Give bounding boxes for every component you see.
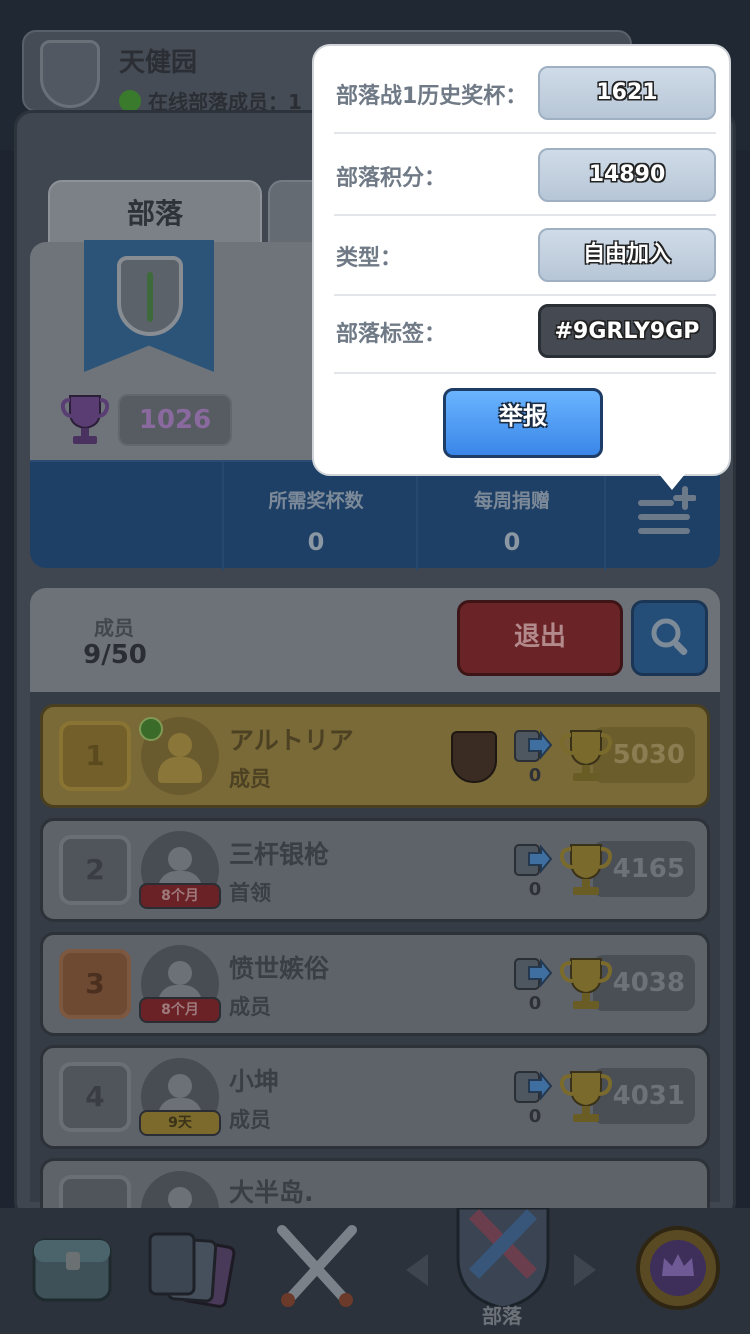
nav-shop[interactable] xyxy=(20,1218,130,1318)
clan-stats-bar: 所需奖杯数 0 每周捐赠 0 xyxy=(30,460,720,570)
popup-row-type: 类型： 自由加入 xyxy=(334,218,716,296)
clan-tag-value[interactable]: #9GRLY9GP xyxy=(538,304,716,358)
chevron-right-icon xyxy=(574,1254,596,1286)
tenure-badge: 9天 xyxy=(139,1110,221,1136)
card-deck-icon xyxy=(148,1232,236,1308)
stat-divider xyxy=(604,462,606,570)
bamboo-icon xyxy=(147,272,153,322)
cards-icon xyxy=(514,844,553,876)
nav-next-arrow[interactable] xyxy=(570,1252,600,1292)
crown-medal-icon xyxy=(636,1226,720,1310)
online-status-icon xyxy=(119,90,141,112)
menu-add-icon[interactable] xyxy=(636,484,696,540)
tenure-badge: 8个月 xyxy=(139,883,221,909)
clan-info-popup: 部落战1历史奖杯： 1621 部落积分： 14890 类型： 自由加入 部落标签… xyxy=(312,44,731,476)
cards-icon xyxy=(514,1071,553,1103)
nav-battle[interactable] xyxy=(262,1218,372,1318)
war-trophies-label: 部落战1历史奖杯： xyxy=(336,84,528,109)
member-role: 成员 xyxy=(229,995,271,1019)
trophy-icon xyxy=(559,1071,613,1122)
nav-tournament[interactable] xyxy=(626,1218,736,1318)
nav-clan-label: 部落 xyxy=(482,1304,522,1328)
cards-icon xyxy=(514,958,553,990)
member-rank: 1 xyxy=(59,721,131,791)
table-row[interactable]: 大半岛. xyxy=(40,1158,710,1219)
search-icon xyxy=(651,618,688,656)
clan-score-label: 部落积分： xyxy=(336,166,447,191)
table-row[interactable]: 4 9天 小坤 成员 0 4031 xyxy=(40,1045,710,1149)
table-row[interactable]: 3 8个月 愤世嫉俗 成员 0 4038 xyxy=(40,932,710,1036)
member-rank: 2 xyxy=(59,835,131,905)
search-button[interactable] xyxy=(631,600,708,676)
member-name: 三杆银枪 xyxy=(229,840,330,869)
member-role: 成员 xyxy=(229,767,271,791)
type-value: 自由加入 xyxy=(538,228,716,282)
chest-icon xyxy=(32,1238,112,1302)
online-indicator-icon xyxy=(139,717,163,741)
tenure-badge: 8个月 xyxy=(139,997,221,1023)
trophy-icon xyxy=(559,958,613,1009)
type-label: 类型： xyxy=(336,246,403,271)
trophy-icon xyxy=(559,730,613,781)
crossed-swords-icon xyxy=(277,1225,357,1307)
clan-badge-icon xyxy=(40,40,100,108)
clan-name: 天健园 xyxy=(119,48,198,78)
trophy-icon xyxy=(559,844,613,895)
donation-count: 0 xyxy=(528,1106,542,1127)
table-row[interactable]: 2 8个月 三杆银枪 首领 0 4165 xyxy=(40,818,710,922)
member-name: 大半岛. xyxy=(229,1178,314,1207)
clan-trophy-count: 1026 xyxy=(118,394,232,446)
required-trophies-label: 所需奖杯数 xyxy=(268,490,364,512)
nav-clan[interactable] xyxy=(448,1206,558,1310)
popup-row-clan-score: 部落积分： 14890 xyxy=(334,138,716,216)
member-name: 愤世嫉俗 xyxy=(229,954,330,983)
weekly-donations-label: 每周捐赠 xyxy=(473,490,550,512)
tag-label: 部落标签： xyxy=(336,322,447,347)
member-name: アルトリア xyxy=(229,726,354,755)
report-button[interactable]: 举报 xyxy=(443,388,603,458)
nav-cards[interactable] xyxy=(140,1218,250,1318)
clan-shield-icon xyxy=(456,1206,550,1310)
cards-icon xyxy=(514,730,553,762)
popup-row-war-trophies: 部落战1历史奖杯： 1621 xyxy=(334,56,716,134)
popup-row-tag: 部落标签： #9GRLY9GP xyxy=(334,296,716,374)
member-role: 成员 xyxy=(229,1108,271,1132)
war-trophies-value: 1621 xyxy=(538,66,716,120)
clan-trophy-icon xyxy=(60,395,110,444)
member-role: 首领 xyxy=(229,881,271,905)
donation-count: 0 xyxy=(528,879,542,900)
required-trophies-value: 0 xyxy=(307,528,325,556)
weekly-donations-value: 0 xyxy=(503,528,521,556)
members-label: 成员 xyxy=(94,616,134,640)
member-name: 小坤 xyxy=(229,1067,280,1096)
member-rank: 3 xyxy=(59,949,131,1019)
arena-shield-icon xyxy=(451,731,497,783)
clan-badge-large-icon xyxy=(117,256,183,336)
table-row[interactable]: 1 アルトリア 成员 0 5030 xyxy=(40,704,710,808)
nav-prev-arrow[interactable] xyxy=(402,1252,432,1292)
stat-divider xyxy=(416,462,418,570)
stat-divider xyxy=(222,462,224,570)
donation-count: 0 xyxy=(528,993,542,1014)
clan-score-value: 14890 xyxy=(538,148,716,202)
donation-count: 0 xyxy=(528,765,542,786)
members-count: 9/50 xyxy=(83,640,147,670)
chevron-left-icon xyxy=(406,1254,428,1286)
member-rank: 4 xyxy=(59,1062,131,1132)
leave-clan-button[interactable]: 退出 xyxy=(457,600,623,676)
tab-clan-label: 部落 xyxy=(126,197,183,230)
